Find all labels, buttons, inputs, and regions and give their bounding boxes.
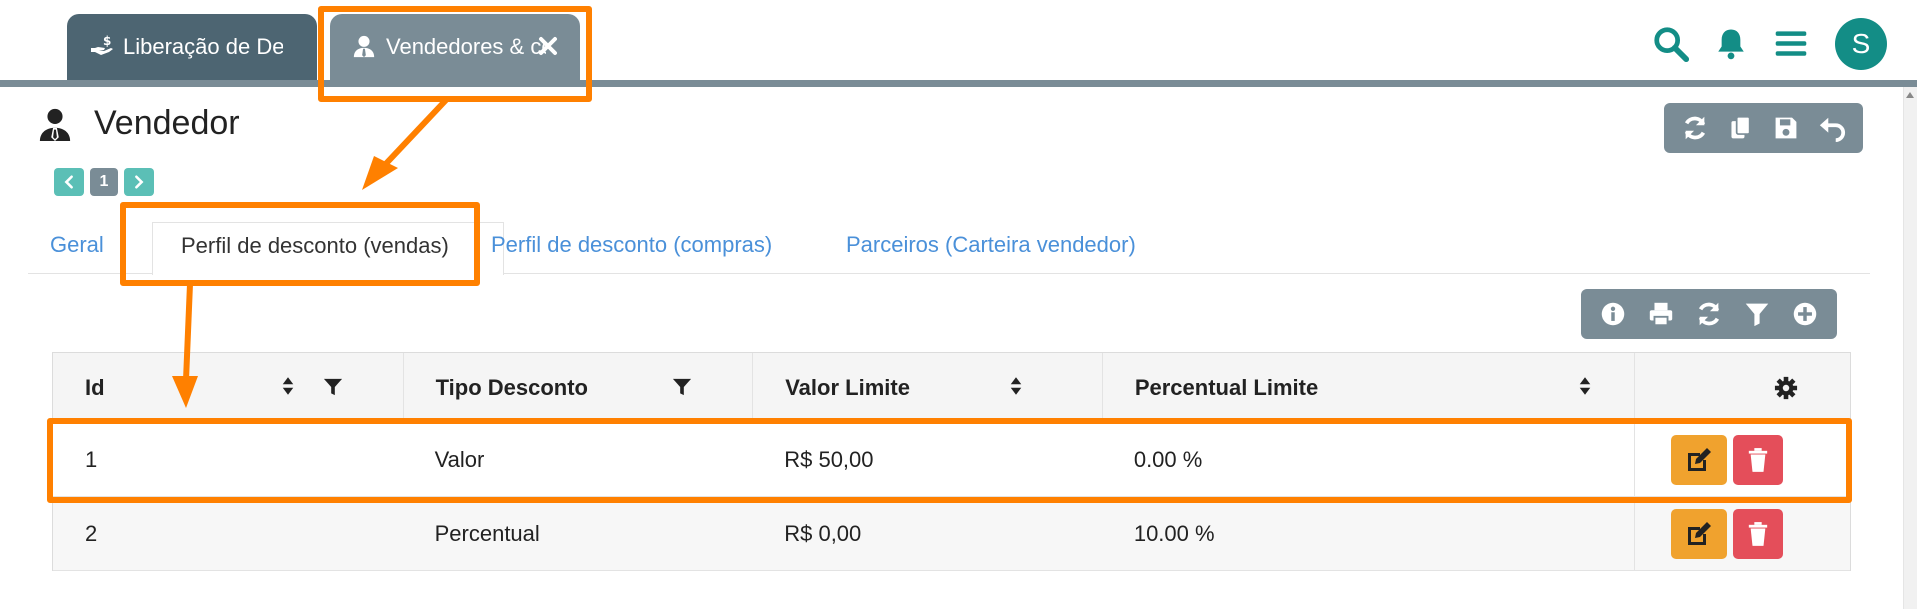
column-header-id[interactable]: Id [53, 353, 403, 423]
copy-icon[interactable] [1726, 113, 1756, 143]
save-icon[interactable] [1771, 113, 1801, 143]
top-bar-divider [0, 80, 1917, 87]
cell-valor-limite: R$ 50,00 [784, 447, 874, 472]
top-bar: $ Liberação de De Vendedores & co S [0, 0, 1917, 86]
tab-label: Vendedores & co [386, 34, 546, 59]
cell-valor-limite: R$ 0,00 [784, 521, 862, 546]
column-header-valor-limite[interactable]: Valor Limite [752, 353, 1102, 423]
arrowhead [362, 156, 398, 190]
edit-icon [1688, 448, 1712, 471]
trash-icon [1749, 448, 1768, 472]
tab-vendedores[interactable]: Vendedores & co [330, 14, 580, 80]
tab-geral[interactable]: Geral [50, 232, 104, 258]
scrollbar[interactable] [1903, 87, 1917, 609]
plus-circle-icon[interactable] [1790, 299, 1820, 329]
tab-label: Liberação de De [123, 34, 283, 59]
filter-icon[interactable] [1742, 299, 1772, 329]
cell-tipo-desconto: Percentual [434, 521, 540, 546]
column-header-actions [1634, 353, 1850, 423]
column-header-tipo-desconto[interactable]: Tipo Desconto [402, 353, 753, 423]
cell-percentual-limite: 10.00 % [1133, 521, 1215, 546]
header-actions: S [1633, 18, 1887, 70]
table-row[interactable]: 2 Percentual R$ 0,00 10.00 % [53, 497, 1850, 571]
page-title: Vendedor [94, 104, 240, 142]
row-actions [1634, 423, 1850, 497]
refresh-icon[interactable] [1680, 113, 1710, 143]
cell-percentual-limite: 0.00 % [1133, 447, 1203, 472]
tab-perfil-desconto-compras[interactable]: Perfil de desconto (compras) [491, 232, 772, 258]
column-label: Tipo Desconto [435, 375, 588, 400]
next-button[interactable] [124, 168, 154, 196]
user-tie-icon [352, 34, 378, 60]
print-icon[interactable] [1646, 299, 1676, 329]
hand-money-icon: $ [89, 34, 115, 60]
menu-icon[interactable] [1769, 22, 1813, 66]
column-label: Valor Limite [785, 375, 910, 400]
tab-parceiros[interactable]: Parceiros (Carteira vendedor) [846, 232, 1136, 258]
bell-icon[interactable] [1709, 22, 1753, 66]
delete-button[interactable] [1733, 509, 1784, 559]
row-actions [1634, 497, 1850, 571]
arrow-tab-to-subtab [377, 97, 449, 173]
record-toolbar [1664, 103, 1863, 153]
table-row[interactable]: 1 Valor R$ 50,00 0.00 % [53, 423, 1850, 497]
avatar[interactable]: S [1835, 18, 1887, 70]
table-toolbar [1581, 289, 1837, 339]
record-pager: 1 [54, 168, 154, 196]
tab-liberacao[interactable]: $ Liberação de De [67, 14, 317, 80]
edit-button[interactable] [1671, 435, 1728, 485]
current-record: 1 [90, 168, 118, 196]
column-label: Id [85, 375, 105, 400]
info-icon[interactable] [1598, 299, 1628, 329]
trash-icon [1749, 522, 1768, 546]
subtab-bar: Geral Perfil de desconto (vendas) Perfil… [28, 222, 1870, 275]
filter-icon[interactable] [672, 377, 694, 399]
edit-icon [1688, 522, 1712, 545]
refresh-icon[interactable] [1694, 299, 1724, 329]
edit-button[interactable] [1671, 509, 1728, 559]
cell-id: 2 [85, 521, 98, 546]
tab-perfil-desconto-vendas[interactable]: Perfil de desconto (vendas) [152, 222, 504, 275]
delete-button[interactable] [1733, 435, 1784, 485]
scroll-up-icon[interactable] [1906, 92, 1914, 98]
sort-icon[interactable] [1009, 375, 1025, 399]
gear-icon[interactable] [1774, 376, 1800, 402]
close-icon[interactable] [538, 36, 558, 56]
search-icon[interactable] [1649, 22, 1693, 66]
filter-icon[interactable] [323, 377, 345, 399]
column-header-percentual-limite[interactable]: Percentual Limite [1101, 353, 1634, 423]
column-label: Percentual Limite [1134, 375, 1319, 400]
sort-icon[interactable] [281, 375, 297, 399]
sort-icon[interactable] [1578, 375, 1594, 399]
svg-text:$: $ [103, 34, 111, 48]
discount-table: Id Tipo Desconto Valor Limite Percentual… [52, 352, 1851, 571]
previous-button[interactable] [54, 168, 84, 196]
undo-icon[interactable] [1817, 113, 1847, 143]
table-header: Id Tipo Desconto Valor Limite Percentual… [53, 353, 1850, 423]
user-tie-icon [38, 106, 74, 142]
cell-id: 1 [85, 447, 98, 472]
cell-tipo-desconto: Valor [434, 447, 485, 472]
